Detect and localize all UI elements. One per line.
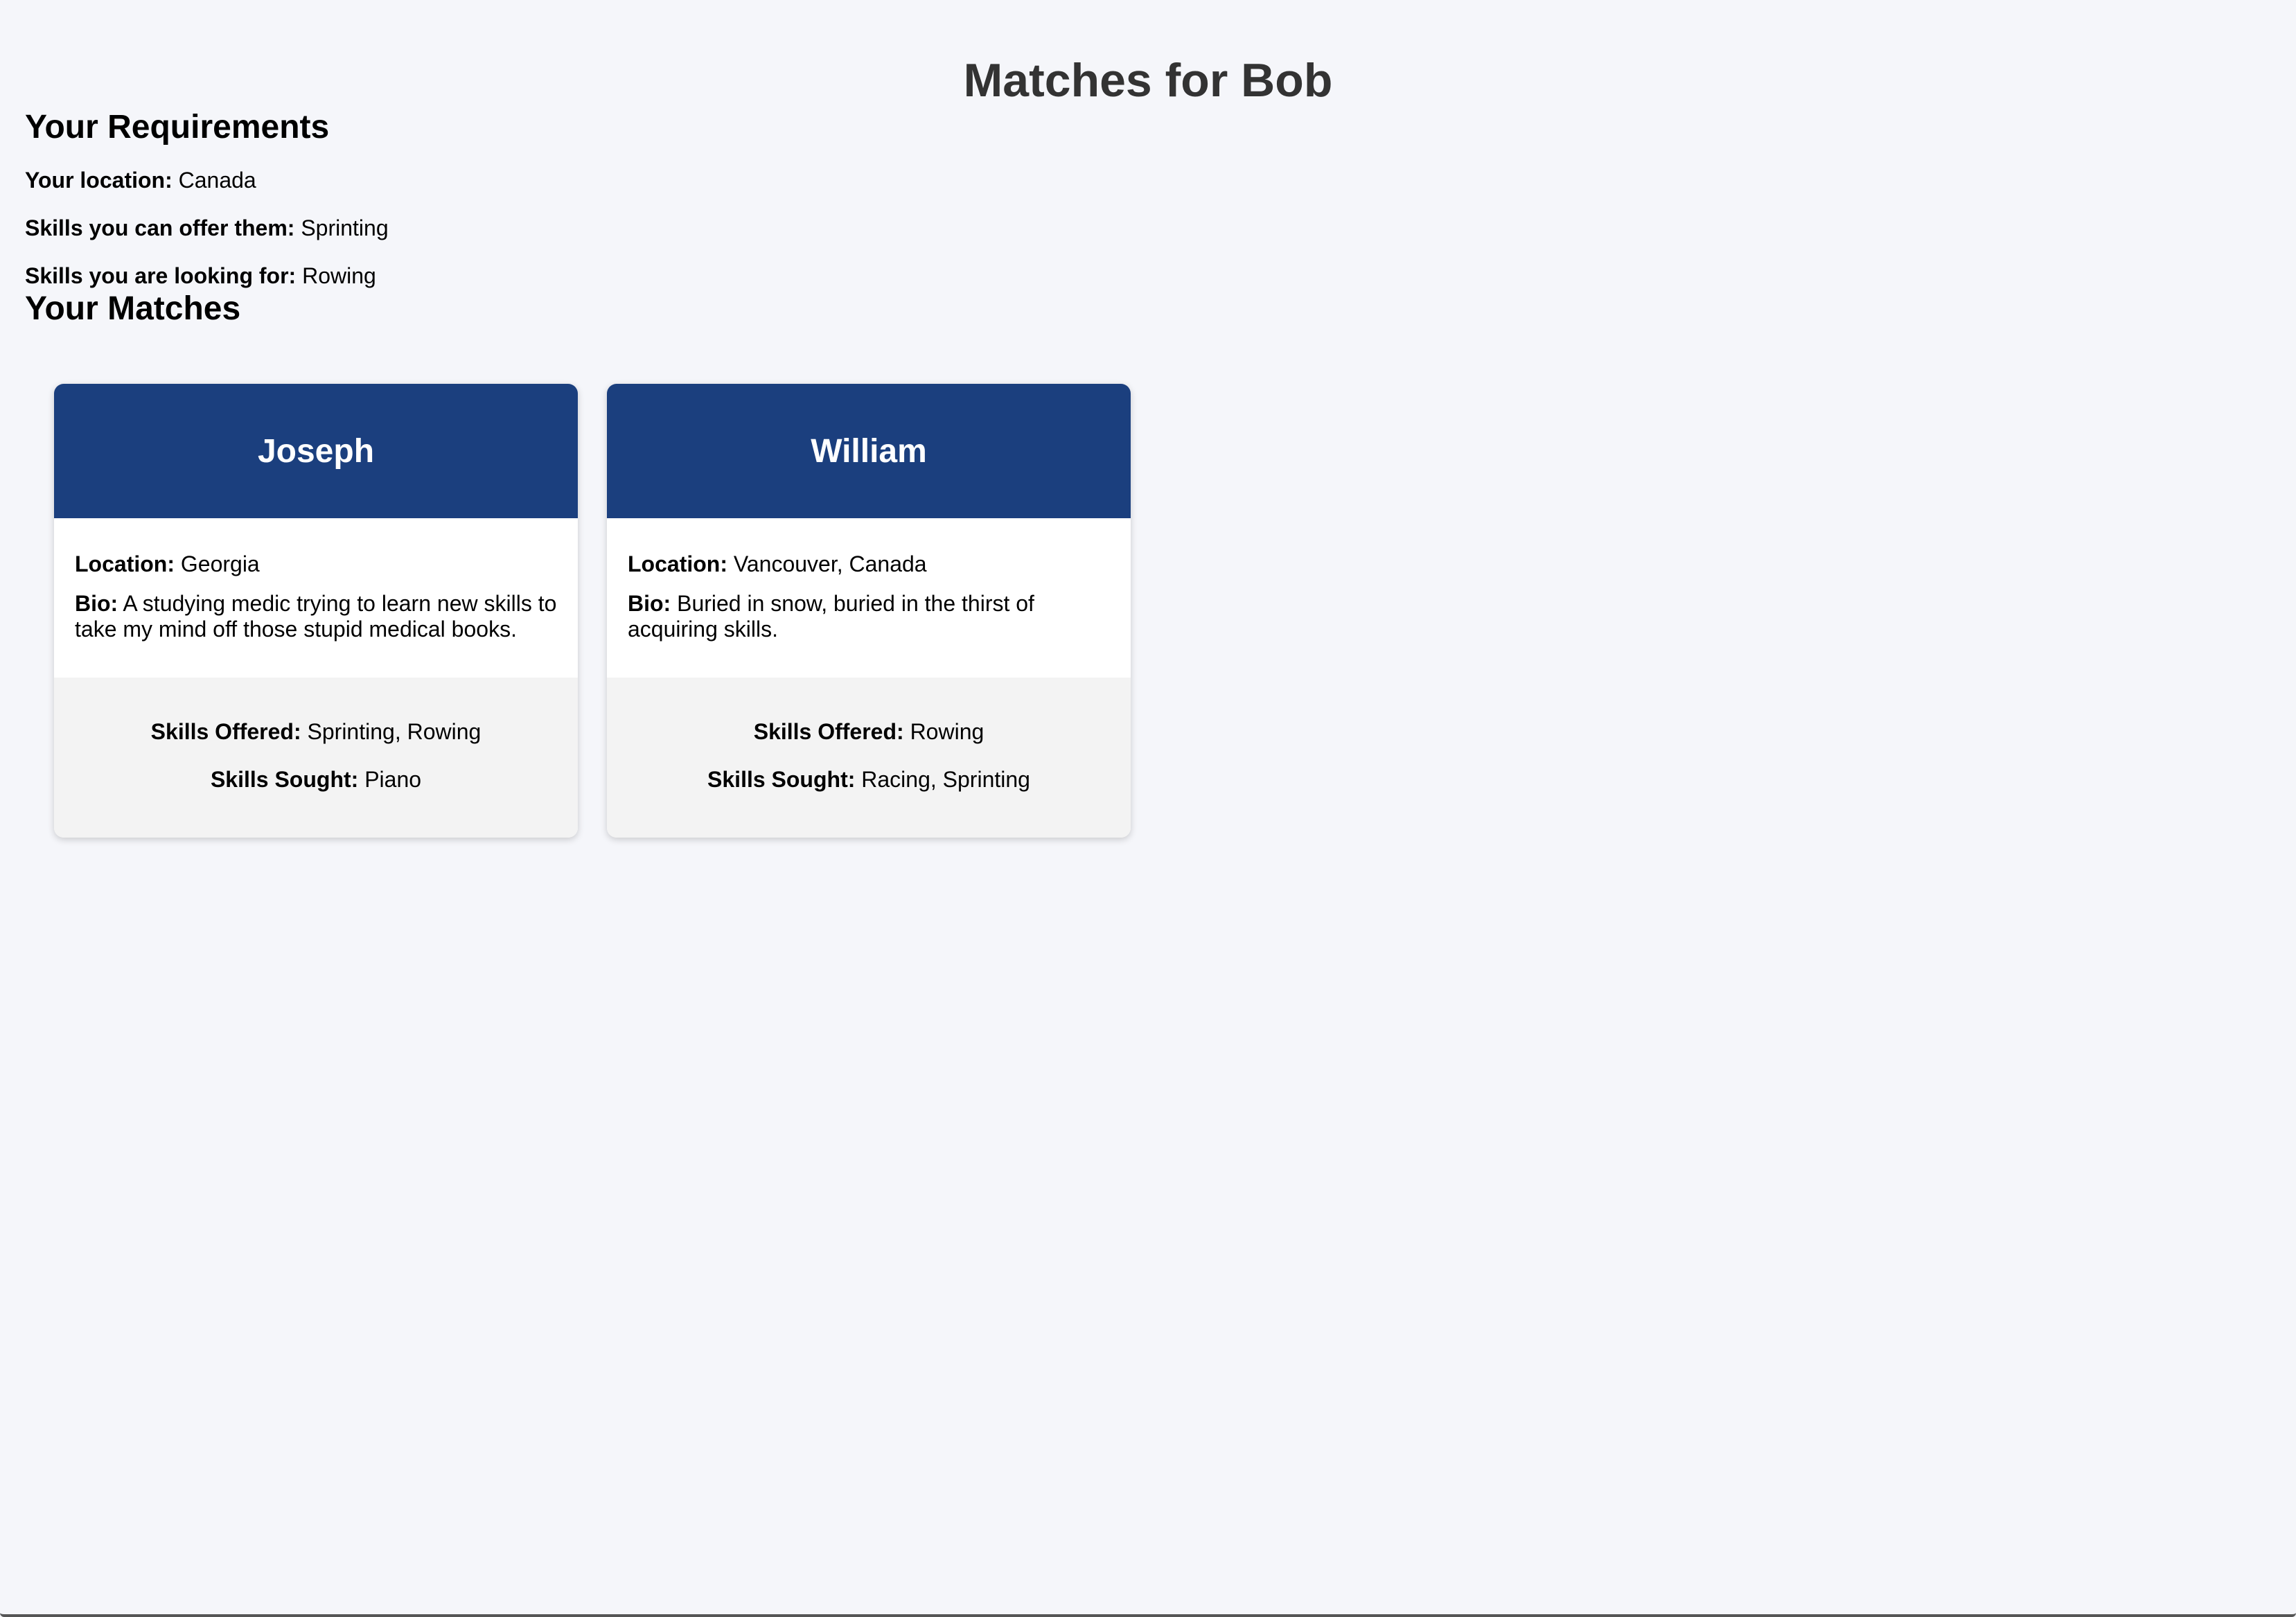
requirement-offer-value: Sprinting <box>301 215 389 240</box>
match-skills-sought-value: Racing, Sprinting <box>861 767 1030 792</box>
requirement-location-value: Canada <box>178 168 256 193</box>
match-card-joseph[interactable]: Joseph Location: Georgia Bio: A studying… <box>54 384 578 838</box>
match-skills-sought-label: Skills Sought: <box>707 767 856 792</box>
match-location: Location: Vancouver, Canada <box>628 551 1110 577</box>
matches-heading: Your Matches <box>25 290 241 327</box>
match-card-body: Location: Vancouver, Canada Bio: Buried … <box>607 518 1131 678</box>
match-skills-offered: Skills Offered: Rowing <box>607 718 1131 745</box>
requirement-seeking-value: Rowing <box>302 263 376 288</box>
match-skills-offered-value: Sprinting, Rowing <box>307 719 482 744</box>
match-name: Joseph <box>257 432 375 470</box>
match-skills-sought: Skills Sought: Racing, Sprinting <box>607 766 1131 793</box>
page: Matches for Bob Your Requirements Your l… <box>0 0 2296 838</box>
requirement-offer: Skills you can offer them: Sprinting <box>25 214 2271 242</box>
match-location-label: Location: <box>628 551 727 576</box>
match-skills-offered-label: Skills Offered: <box>753 719 904 744</box>
match-card-footer: Skills Offered: Rowing Skills Sought: Ra… <box>607 678 1131 838</box>
requirements-section: Your Requirements Your location: Canada … <box>25 108 2271 290</box>
match-location: Location: Georgia <box>75 551 557 577</box>
requirement-seeking: Skills you are looking for: Rowing <box>25 262 2271 290</box>
match-location-value: Georgia <box>180 551 260 576</box>
match-name: William <box>811 432 927 470</box>
match-location-value: Vancouver, Canada <box>733 551 927 576</box>
match-card-footer: Skills Offered: Sprinting, Rowing Skills… <box>54 678 578 838</box>
match-bio-value: A studying medic trying to learn new ski… <box>75 591 557 642</box>
match-bio-value: Buried in snow, buried in the thirst of … <box>628 591 1034 642</box>
match-skills-sought-value: Piano <box>364 767 422 792</box>
requirement-seeking-label: Skills you are looking for: <box>25 263 297 288</box>
match-skills-offered-label: Skills Offered: <box>150 719 301 744</box>
match-card-header: Joseph <box>54 384 578 518</box>
requirement-location-label: Your location: <box>25 168 173 193</box>
matches-section: Your Matches Joseph Location: Georgia Bi… <box>25 290 2271 838</box>
page-title: Matches for Bob <box>963 54 1333 107</box>
match-card-header: William <box>607 384 1131 518</box>
match-bio: Bio: A studying medic trying to learn ne… <box>75 591 557 642</box>
match-bio-label: Bio: <box>628 591 671 616</box>
match-card-william[interactable]: William Location: Vancouver, Canada Bio:… <box>607 384 1131 838</box>
match-skills-offered: Skills Offered: Sprinting, Rowing <box>54 718 578 745</box>
match-location-label: Location: <box>75 551 175 576</box>
requirement-location: Your location: Canada <box>25 166 2271 194</box>
requirement-offer-label: Skills you can offer them: <box>25 215 295 240</box>
match-bio: Bio: Buried in snow, buried in the thirs… <box>628 591 1110 642</box>
match-card-list: Joseph Location: Georgia Bio: A studying… <box>25 384 2271 838</box>
match-skills-sought-label: Skills Sought: <box>210 767 359 792</box>
match-skills-sought: Skills Sought: Piano <box>54 766 578 793</box>
match-card-body: Location: Georgia Bio: A studying medic … <box>54 518 578 678</box>
match-bio-label: Bio: <box>75 591 118 616</box>
requirements-heading: Your Requirements <box>25 109 330 145</box>
match-skills-offered-value: Rowing <box>910 719 984 744</box>
